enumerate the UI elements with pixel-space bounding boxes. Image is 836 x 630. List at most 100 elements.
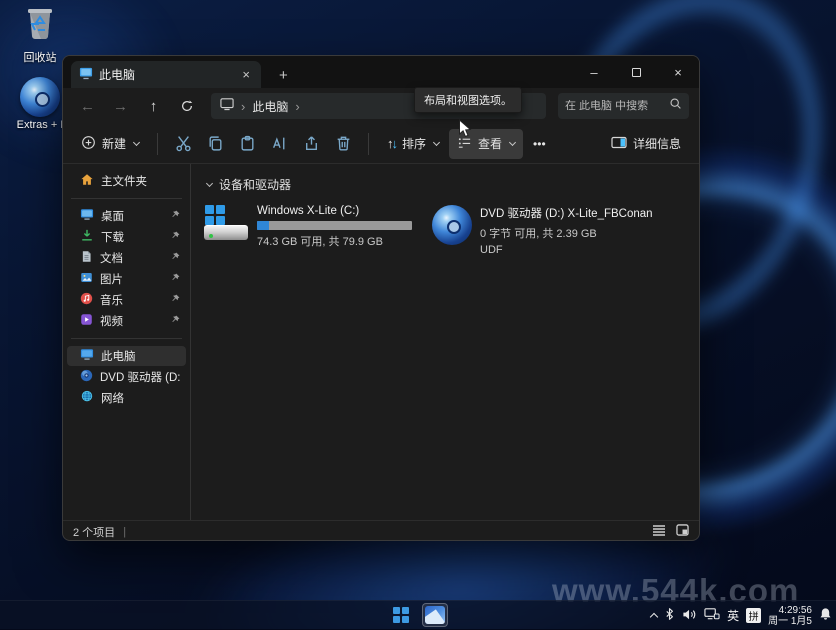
search-box bbox=[558, 93, 689, 119]
sidebar-item-label: 主文件夹 bbox=[101, 173, 180, 189]
back-button[interactable]: ← bbox=[73, 93, 102, 119]
new-tab-button[interactable]: + bbox=[273, 67, 294, 84]
tab-close-button[interactable]: × bbox=[239, 67, 253, 82]
copy-button[interactable] bbox=[200, 130, 230, 158]
status-bar: 2 个项目 | bbox=[63, 520, 699, 541]
recycle-bin-icon bbox=[21, 2, 59, 47]
sidebar-item-dvd-drive[interactable]: DVD 驱动器 (D:) X-L bbox=[67, 367, 186, 387]
more-icon: ••• bbox=[533, 137, 546, 151]
sidebar-item-home[interactable]: 主文件夹 bbox=[67, 171, 186, 191]
sidebar-item-label: 视频 bbox=[100, 313, 164, 329]
large-icons-view-button[interactable] bbox=[676, 524, 689, 539]
sort-button[interactable]: ↑↓ 排序 bbox=[379, 129, 447, 158]
taskbar-clock[interactable]: 4:29:56 周一 1月5 bbox=[768, 605, 812, 627]
chevron-up-icon bbox=[650, 612, 658, 620]
drive-capacity: 0 字节 可用, 共 2.39 GB bbox=[480, 225, 653, 241]
desktop-icon bbox=[80, 208, 94, 224]
new-button[interactable]: 新建 bbox=[73, 129, 147, 159]
command-toolbar: 新建 ↑↓ 排序 查看 bbox=[63, 124, 699, 164]
pin-icon bbox=[171, 231, 180, 243]
dvd-disc-icon bbox=[20, 77, 60, 117]
start-button[interactable] bbox=[388, 603, 414, 627]
desktop-icon-label: Extras + I bbox=[17, 119, 64, 131]
dvd-disc-icon bbox=[432, 205, 472, 245]
sidebar-item-label: 文档 bbox=[100, 250, 164, 266]
address-bar: ← → ↑ › 此电脑 › bbox=[63, 88, 699, 124]
window-controls: – × bbox=[573, 56, 699, 88]
status-separator: | bbox=[123, 526, 126, 538]
windows-logo-icon bbox=[393, 607, 409, 623]
monitor-icon bbox=[80, 348, 94, 364]
delete-button[interactable] bbox=[328, 130, 358, 158]
breadcrumb-separator: › bbox=[241, 99, 245, 114]
sidebar-item-documents[interactable]: 文档 bbox=[67, 248, 186, 268]
monitor-icon bbox=[220, 98, 234, 114]
drive-c-tile[interactable]: Windows X-Lite (C:) 74.3 GB 可用, 共 79.9 G… bbox=[203, 205, 418, 256]
bluetooth-icon[interactable] bbox=[664, 607, 675, 624]
sidebar-item-network[interactable]: 网络 bbox=[67, 388, 186, 408]
tab-this-pc[interactable]: 此电脑 × bbox=[71, 61, 261, 88]
more-options-button[interactable]: ••• bbox=[525, 131, 554, 157]
drive-name: Windows X-Lite (C:) bbox=[257, 205, 412, 217]
rename-button[interactable] bbox=[264, 130, 294, 158]
sidebar-item-desktop[interactable]: 桌面 bbox=[67, 206, 186, 226]
minimize-button[interactable]: – bbox=[573, 56, 615, 88]
maximize-button[interactable] bbox=[615, 56, 657, 88]
search-input[interactable] bbox=[565, 100, 669, 112]
volume-icon[interactable] bbox=[682, 608, 697, 624]
sidebar-item-this-pc[interactable]: 此电脑 bbox=[67, 346, 186, 366]
taskbar: 英 拼 4:29:56 周一 1月5 bbox=[0, 600, 836, 629]
pin-icon bbox=[171, 252, 180, 264]
cut-button[interactable] bbox=[168, 130, 198, 158]
ime-mode-icon[interactable]: 拼 bbox=[746, 608, 761, 623]
view-button[interactable]: 查看 bbox=[449, 129, 523, 159]
pin-icon bbox=[171, 210, 180, 222]
details-pane-icon bbox=[611, 135, 627, 153]
search-icon bbox=[669, 97, 682, 115]
sidebar-item-downloads[interactable]: 下载 bbox=[67, 227, 186, 247]
chevron-down-icon bbox=[206, 179, 213, 186]
monitor-icon bbox=[79, 67, 93, 83]
ime-language-indicator[interactable]: 英 bbox=[727, 607, 739, 624]
chevron-down-icon bbox=[133, 138, 140, 145]
pin-icon bbox=[171, 273, 180, 285]
drive-tiles: Windows X-Lite (C:) 74.3 GB 可用, 共 79.9 G… bbox=[203, 205, 699, 256]
sidebar-item-videos[interactable]: 视频 bbox=[67, 311, 186, 331]
sidebar-item-music[interactable]: 音乐 bbox=[67, 290, 186, 310]
content-pane: 设备和驱动器 Windows X-Lite (C:) 74.3 GB 可用, 共… bbox=[191, 164, 699, 520]
tray-overflow-button[interactable] bbox=[651, 609, 657, 623]
desktop-icon-label: 回收站 bbox=[24, 49, 57, 65]
notifications-bell-icon[interactable] bbox=[819, 607, 832, 624]
sidebar-item-pictures[interactable]: 图片 bbox=[67, 269, 186, 289]
explorer-main: 主文件夹 桌面 下载 文档 bbox=[63, 164, 699, 520]
network-icon[interactable] bbox=[704, 607, 720, 624]
breadcrumb-item-this-pc[interactable]: 此电脑 bbox=[252, 98, 288, 115]
close-button[interactable]: × bbox=[657, 56, 699, 88]
details-view-button[interactable] bbox=[652, 524, 666, 539]
downloads-icon bbox=[80, 229, 94, 245]
sort-button-label: 排序 bbox=[402, 135, 426, 152]
forward-button[interactable]: → bbox=[106, 93, 135, 119]
tray-time: 4:29:56 bbox=[768, 605, 812, 616]
share-button[interactable] bbox=[296, 130, 326, 158]
details-pane-button[interactable]: 详细信息 bbox=[603, 129, 689, 159]
section-title: 设备和驱动器 bbox=[219, 176, 291, 193]
file-explorer-icon bbox=[425, 606, 445, 624]
taskbar-file-explorer-button[interactable] bbox=[422, 603, 448, 627]
section-devices-and-drives[interactable]: 设备和驱动器 bbox=[205, 176, 699, 193]
pin-icon bbox=[171, 315, 180, 327]
paste-button[interactable] bbox=[232, 130, 262, 158]
pin-icon bbox=[171, 294, 180, 306]
toolbar-divider bbox=[157, 133, 158, 155]
capacity-bar bbox=[257, 221, 412, 230]
refresh-button[interactable] bbox=[172, 93, 201, 119]
capacity-bar-fill bbox=[257, 221, 269, 230]
pictures-icon bbox=[80, 271, 93, 287]
drive-d-tile[interactable]: DVD 驱动器 (D:) X-Lite_FBConan 0 字节 可用, 共 2… bbox=[432, 205, 647, 256]
view-button-label: 查看 bbox=[478, 135, 502, 152]
details-pane-label: 详细信息 bbox=[633, 135, 681, 152]
music-icon bbox=[80, 292, 93, 308]
up-button[interactable]: ↑ bbox=[139, 93, 168, 119]
file-explorer-window: 此电脑 × + – × ← → ↑ › 此电脑 › bbox=[62, 55, 700, 541]
sidebar-item-label: DVD 驱动器 (D:) X-L bbox=[100, 369, 180, 385]
